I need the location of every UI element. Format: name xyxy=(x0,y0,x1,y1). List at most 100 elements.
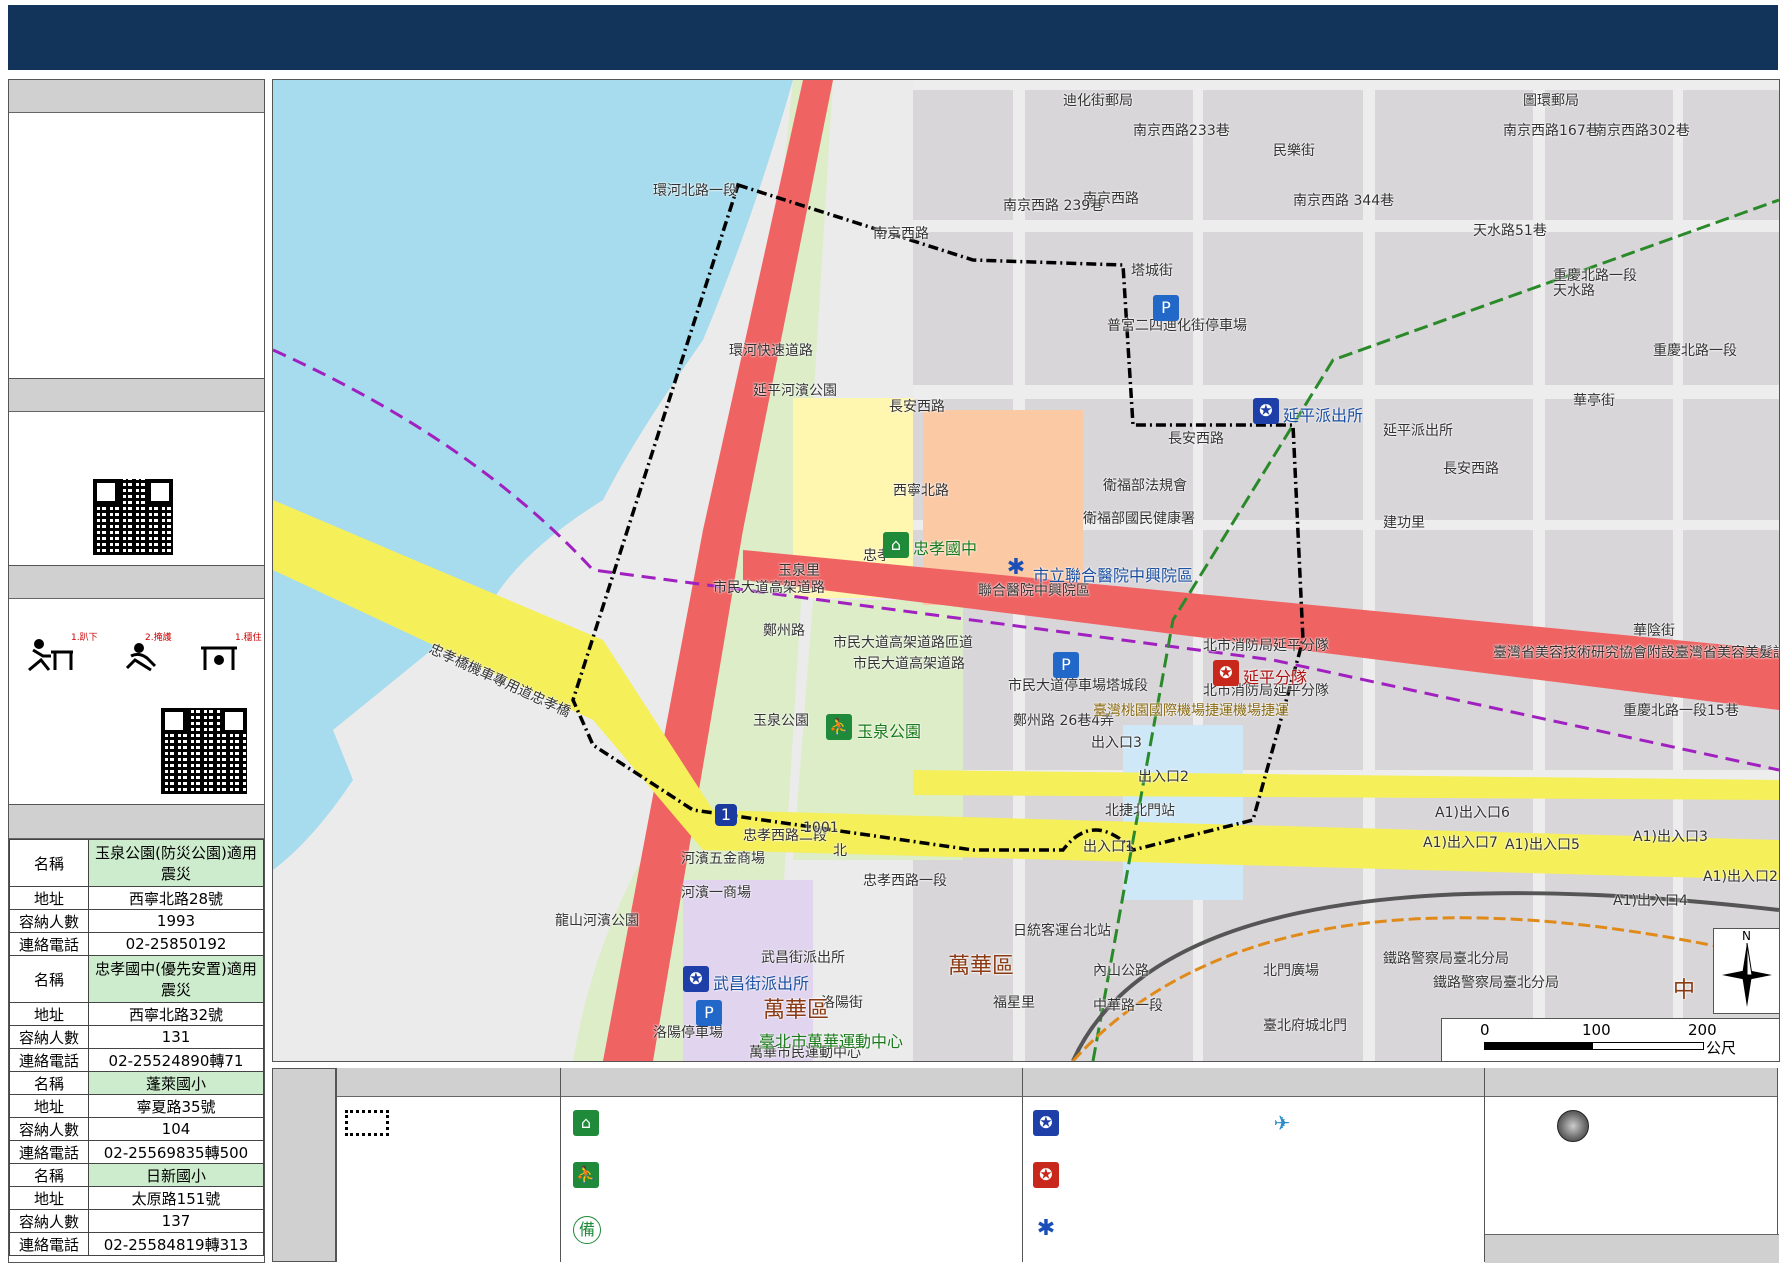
parking-icon[interactable]: P xyxy=(696,1000,722,1026)
map-label: 臺灣省美容技術研究協會附設臺灣省美容美髮訓練 xyxy=(1493,645,1780,661)
shelter-table: 名稱 玉泉公園(防災公園)適用震災 地址 西寧北路28號 容納人數 1993 連絡電話… xyxy=(9,839,264,1256)
map-label: 長安西路 xyxy=(1443,461,1499,477)
school-shelter-icon: ⌂ xyxy=(573,1110,599,1136)
map-label: 武昌街派出所 xyxy=(761,950,845,966)
map-label: 塔城街 xyxy=(1131,263,1173,279)
map-label: 迪化街郵局 xyxy=(1063,93,1133,109)
shelter-capacity: 1993 xyxy=(88,909,264,933)
poi-label-stadium: 臺北市萬華運動中心 xyxy=(759,1032,904,1051)
scale-bar: 0 100 200 公尺 xyxy=(1441,1018,1779,1061)
map-label: 南京西路 xyxy=(873,226,929,242)
legend-side-header xyxy=(272,1068,336,1262)
compass-icon xyxy=(1722,943,1772,1007)
police-icon[interactable]: ✪ xyxy=(683,966,709,992)
compass-north: N xyxy=(1742,929,1751,943)
map-label: 南京西路 239巷 xyxy=(1003,198,1105,214)
map-label: 南京西路167巷 xyxy=(1503,123,1600,139)
map-label: 內山公路 xyxy=(1093,963,1149,979)
map-label: 北門廣場 xyxy=(1263,963,1319,979)
name-label: 名稱 xyxy=(9,1163,89,1187)
map-label: 出入口1 xyxy=(1083,839,1134,855)
map-label: 建功里 xyxy=(1383,515,1425,531)
map-label: 延平河濱公園 xyxy=(753,383,837,399)
shelter-name: 玉泉公園(防災公園)適用震災 xyxy=(88,839,264,887)
qr-panel xyxy=(8,378,265,566)
map-label: 長安西路 xyxy=(889,399,945,415)
parking-icon[interactable]: P xyxy=(1153,295,1179,321)
shelter-capacity: 137 xyxy=(88,1209,264,1233)
drill-step-2: 2.掩護 xyxy=(145,633,172,643)
drill-step-1: 1.趴下 xyxy=(71,633,98,643)
addr-label: 地址 xyxy=(9,1186,89,1210)
scale-unit: 公尺 xyxy=(1706,1039,1737,1057)
addr-label: 地址 xyxy=(9,1094,89,1118)
map-label: 河濱五金商場 xyxy=(681,851,765,867)
district-label: 萬華區 xyxy=(948,954,1015,979)
map-label: 市民大道高架道路 xyxy=(853,656,965,672)
map-label: 環河北路一段 xyxy=(653,183,737,199)
drill-steps-icon xyxy=(28,639,237,672)
school-shelter-icon[interactable]: ⌂ xyxy=(883,532,909,558)
map-label: 華陰街 xyxy=(1633,623,1675,639)
boundary-swatch-icon xyxy=(345,1110,389,1136)
name-label: 名稱 xyxy=(9,1071,89,1095)
police-icon[interactable]: ✪ xyxy=(1253,398,1279,424)
map-canvas[interactable]: 南京西路 南京西路 239巷 南京西路 迪化街郵局 普宮二四迪化街停車場 南京西… xyxy=(272,79,1780,1062)
info-panel xyxy=(8,79,265,379)
map-label: 中 xyxy=(1673,978,1696,1003)
map-label: 出入口2 xyxy=(1138,769,1189,785)
legend-col-shelters: ⌂ ⛹ 備 xyxy=(560,1068,1022,1262)
poi-label-school: 忠孝國中 xyxy=(913,539,978,558)
shelter-capacity: 131 xyxy=(88,1025,264,1049)
map-label: 北 xyxy=(833,843,847,859)
assembly-point-icon xyxy=(1557,1110,1589,1142)
police-icon: ✪ xyxy=(1033,1110,1059,1136)
hospital-icon[interactable]: ✱ xyxy=(1003,555,1029,581)
park-shelter-icon[interactable]: ⛹ xyxy=(826,714,852,740)
table-row: 地址 西寧北路28號 xyxy=(9,886,264,910)
map-label: A1)出入口4 xyxy=(1613,893,1688,909)
name-label: 名稱 xyxy=(9,955,89,1003)
name-label: 名稱 xyxy=(9,839,89,887)
map-label: 鐵路警察局臺北分局 xyxy=(1383,951,1509,967)
capacity-label: 容納人數 xyxy=(9,909,89,933)
map-label: 市民大道高架道路 xyxy=(713,580,825,596)
map-label: 環河快速道路 xyxy=(729,343,813,359)
map-label: 中華路一段 xyxy=(1093,998,1163,1014)
fire-station-icon[interactable]: ✪ xyxy=(1213,660,1239,686)
scale-tick-100: 100 xyxy=(1582,1021,1611,1039)
map-label: 北市消防局延平分隊 xyxy=(1203,638,1329,654)
poi-label-park: 玉泉公園 xyxy=(857,722,922,741)
shelter-address: 西寧北路28號 xyxy=(88,886,264,910)
map-label: 鐵路警察局臺北分局 xyxy=(1433,975,1559,991)
map-label: A1)出入口5 xyxy=(1505,837,1580,853)
map-label: 重慶北路一段 xyxy=(1653,343,1737,359)
map-label: 南京西路233巷 xyxy=(1133,123,1230,139)
shelter-name: 忠孝國中(優先安置)適用震災 xyxy=(88,955,264,1003)
district-label: 萬華區 xyxy=(763,998,830,1023)
addr-label: 地址 xyxy=(9,1002,89,1026)
map-label: 市民大道停車場塔城段 xyxy=(1008,678,1148,694)
map-label: 西寧北路 xyxy=(893,483,949,499)
map-label: 出入口3 xyxy=(1091,735,1142,751)
parking-icon[interactable]: P xyxy=(1053,652,1079,678)
legend-col-services: ✪ ✪ ✱ ✈ xyxy=(1022,1068,1484,1262)
map-label: 長安西路 xyxy=(1168,431,1224,447)
qr-code[interactable] xyxy=(93,479,173,555)
shelter-phone: 02-25584819轉313 xyxy=(88,1232,264,1256)
hospital-icon: ✱ xyxy=(1036,1216,1056,1241)
map-label: 北捷北門站 xyxy=(1105,803,1175,819)
shelter-phone: 02-25524890轉71 xyxy=(88,1048,264,1072)
fire-station-icon: ✪ xyxy=(1033,1162,1059,1188)
legend-panel: ⌂ ⛹ 備 ✪ ✪ ✱ ✈ xyxy=(272,1068,1779,1263)
table-row: 名稱 日新國小 xyxy=(9,1163,264,1187)
map-label: 南京西路302巷 xyxy=(1593,123,1690,139)
capacity-label: 容納人數 xyxy=(9,1025,89,1049)
map-label: A1)出入口6 xyxy=(1435,805,1510,821)
map-label: 鄭州路 xyxy=(763,623,805,639)
map-label: 天水路 xyxy=(1553,283,1595,299)
phone-label: 連絡電話 xyxy=(9,932,89,956)
legend-col-other xyxy=(1484,1068,1779,1263)
shelter-capacity: 104 xyxy=(88,1117,264,1141)
qr-code-drill[interactable] xyxy=(161,708,247,794)
